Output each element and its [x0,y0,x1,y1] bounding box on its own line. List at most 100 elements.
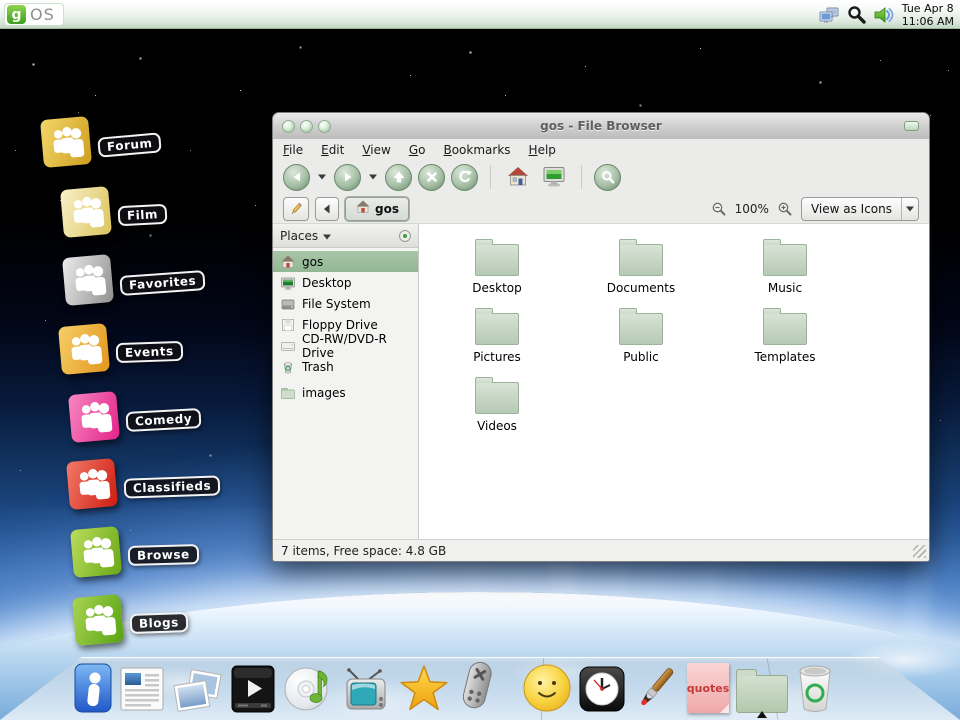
folder-label: Pictures [473,350,521,364]
people-icon [66,458,118,510]
folder-templates[interactable]: Templates [713,307,857,376]
paintbrush-icon[interactable] [632,663,680,713]
window-maximize-button[interactable] [318,120,331,133]
people-icon [60,186,112,238]
volume-icon[interactable] [873,6,895,24]
folder-icon[interactable] [736,675,788,713]
smiley-icon[interactable] [522,663,572,713]
menu-bookmarks[interactable]: Bookmarks [443,143,510,157]
sidebar-item-label: Trash [302,360,334,374]
sidebar-item-label: CD-RW/DVD-R Drive [302,332,418,360]
search-button[interactable] [594,164,621,191]
edit-location-button[interactable] [283,197,309,221]
people-icon [68,391,120,443]
places-close-button[interactable] [399,230,411,242]
quotes-icon[interactable]: quotes [687,663,729,713]
places-header[interactable]: Places [273,224,418,248]
chevron-down-icon [323,229,331,243]
up-button[interactable] [385,164,412,191]
folder-view[interactable]: DesktopDocumentsMusic Pictures PublicTempl… [419,224,929,539]
computer-button[interactable] [539,162,569,192]
path-button-gos[interactable]: gos [345,197,409,221]
folder-videos[interactable]: Videos [425,376,569,445]
desktop-shortcut-blogs[interactable]: Blogs [74,596,314,656]
chevron-down-icon[interactable] [369,174,377,180]
desktop-shortcut-events[interactable]: Events [60,325,300,385]
sidebar-item-desktop[interactable]: Desktop [273,272,418,293]
file-browser-window: gos - File Browser File Edit View Go Bookmar… [272,112,930,562]
sticky-note-label: quotes [687,682,730,695]
desktop-shortcut-forum[interactable]: Forum [42,118,282,178]
sidebar-item-file-system[interactable]: File System [273,293,418,314]
people-icon [70,526,122,578]
menu-view[interactable]: View [362,143,390,157]
reload-button[interactable] [451,164,478,191]
folder-pictures[interactable]: Pictures [425,307,569,376]
people-icon [58,323,110,375]
places-list: gosDesktopFile SystemFloppy DriveCD-RW/D… [273,248,418,403]
zoom-in-button[interactable] [777,201,793,217]
folder-desktop[interactable]: Desktop [425,238,569,307]
forward-button[interactable] [334,164,361,191]
folder-documents[interactable]: Documents [569,238,713,307]
shortcut-label: Blogs [130,612,188,634]
gos-menu-button[interactable]: g OS [4,3,64,26]
zoom-level: 100% [735,202,769,216]
back-button[interactable] [283,164,310,191]
messenger-icon[interactable] [74,663,112,713]
sidebar-item-label: Floppy Drive [302,318,378,332]
folder-icon [763,244,807,276]
folder-music[interactable]: Music [713,238,857,307]
news-icon[interactable] [119,665,165,713]
view-mode-label: View as Icons [802,202,901,216]
chevron-down-icon[interactable] [318,174,326,180]
menu-go[interactable]: Go [409,143,426,157]
desktop-shortcut-film[interactable]: Film [62,188,302,248]
menu-help[interactable]: Help [529,143,556,157]
music-icon[interactable] [282,663,334,713]
folder-icon [619,313,663,345]
stop-button[interactable] [418,164,445,191]
star-icon[interactable] [398,663,450,713]
trash-icon[interactable] [795,663,835,713]
folder-glyph [736,675,788,713]
location-bar: gos 100% View as Icons [273,194,929,224]
sidebar-item-label: gos [302,255,323,269]
window-titlebar[interactable]: gos - File Browser [273,113,929,139]
folder-icon [475,313,519,345]
desktop-shortcut-favorites[interactable]: Favorites [64,256,304,316]
chevron-down-icon[interactable] [901,198,918,220]
folder-icon [280,385,296,401]
photos-icon[interactable] [172,667,224,713]
trash-icon [280,359,296,375]
folder-icon [763,313,807,345]
menu-edit[interactable]: Edit [321,143,344,157]
tv-icon[interactable] [341,667,391,713]
home-button[interactable] [503,162,533,192]
shortcut-label: Comedy [126,408,202,432]
window-shade-button[interactable] [904,121,919,131]
sidebar-item-gos[interactable]: gos [273,251,418,272]
search-icon[interactable] [847,5,866,24]
network-icon[interactable] [818,6,840,24]
menu-file[interactable]: File [283,143,303,157]
shortcut-label: Favorites [119,270,205,296]
clock-icon[interactable] [579,665,625,713]
folder-icon [619,244,663,276]
zoom-out-button[interactable] [711,201,727,217]
dock: quotes [74,656,886,718]
sidebar-item-images[interactable]: images [273,382,418,403]
folder-public[interactable]: Public [569,307,713,376]
drive-icon [280,296,296,312]
gamepad-icon[interactable] [457,659,497,713]
view-mode-dropdown[interactable]: View as Icons [801,197,919,221]
sidebar-item-cd-rw-dvd-r-drive[interactable]: CD-RW/DVD-R Drive [273,335,418,356]
shortcut-label: Events [116,341,183,363]
video-player-icon[interactable] [231,665,275,713]
resize-grip[interactable] [913,545,926,558]
sticky-note: quotes [687,663,729,713]
window-minimize-button[interactable] [300,120,313,133]
window-close-button[interactable] [282,120,295,133]
path-scroll-left-button[interactable] [315,197,339,221]
desktop-icon [280,275,296,291]
